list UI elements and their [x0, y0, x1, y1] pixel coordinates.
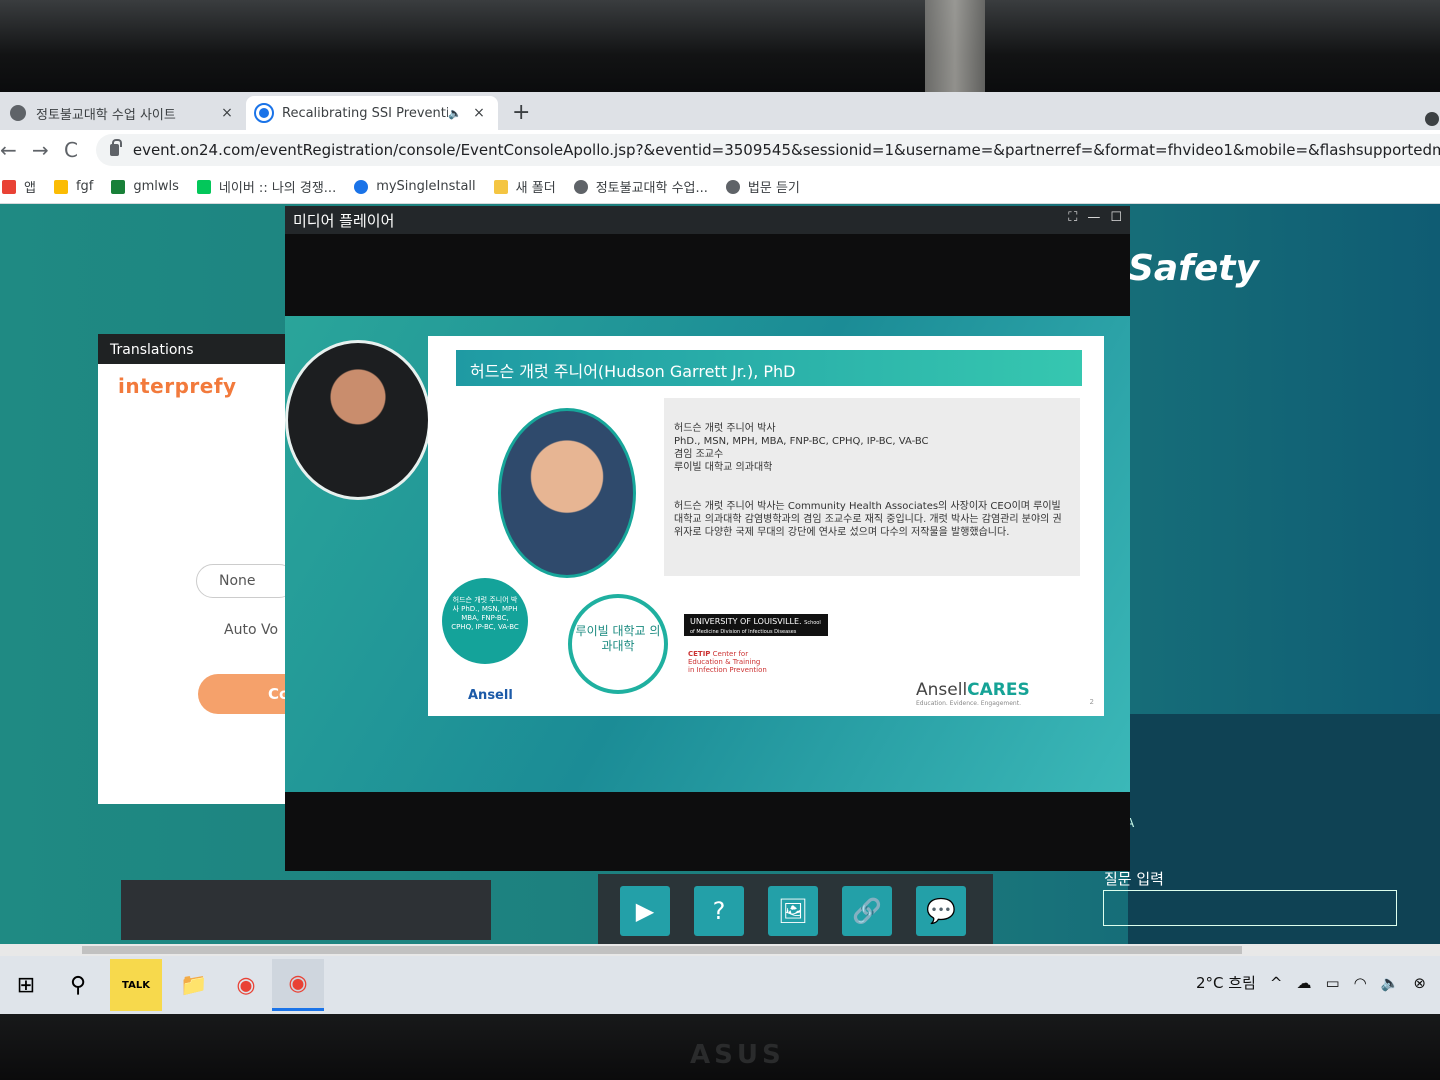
- school-bubble: 루이빌 대학교 의과대학: [568, 594, 668, 694]
- language-select[interactable]: None: [196, 564, 296, 598]
- lock-icon: [110, 139, 122, 156]
- globe-icon: [10, 105, 26, 121]
- resources-button[interactable]: 🔗: [842, 886, 892, 936]
- tab-bar: 정토불교대학 수업 사이트 × Recalibrating SSI Preven…: [0, 92, 1440, 130]
- uofl-logo: UNIVERSITY OF LOUISVILLE. School of Medi…: [684, 614, 828, 636]
- credentials-bubble: 허드슨 개럿 주니어 박사 PhD., MSN, MPH MBA, FNP-BC…: [442, 578, 528, 664]
- system-tray: 2°C 흐림 ^ ☁ ▭ ◠ 🔈 ⊗: [1196, 972, 1426, 993]
- tab-jungto[interactable]: 정토불교대학 수업 사이트 ×: [0, 96, 246, 130]
- minimize-icon[interactable]: —: [1087, 210, 1100, 230]
- drive-icon: [53, 179, 68, 194]
- volume-icon[interactable]: 🔈: [1381, 974, 1400, 992]
- bookmarks-bar: 앱 fgf gmlwls 네이버 :: 나의 경쟁... mySingleIns…: [0, 170, 1440, 204]
- apps-icon: [2, 179, 16, 194]
- bio-role: 겸임 조교수: [674, 449, 724, 460]
- start-button[interactable]: ⊞: [0, 959, 52, 1011]
- on24-icon: [254, 103, 274, 123]
- chevron-up-icon[interactable]: ^: [1270, 974, 1283, 992]
- bio-credentials: PhD., MSN, MPH, MBA, FNP-BC, CPHQ, IP-BC…: [674, 436, 929, 447]
- browser-toolbar: ← → C event.on24.com/eventRegistration/c…: [0, 130, 1440, 170]
- content-card: [121, 880, 491, 940]
- naver-icon: [196, 179, 211, 194]
- wifi-icon[interactable]: ◠: [1354, 974, 1367, 992]
- fullscreen-icon[interactable]: ⛶: [1068, 210, 1077, 230]
- sheets-icon: [111, 179, 126, 194]
- bookmark-folder[interactable]: 새 폴더: [493, 177, 556, 196]
- chrome-icon[interactable]: ◉: [220, 959, 272, 1011]
- bookmark-mysingle[interactable]: mySingleInstall: [354, 179, 476, 194]
- ansellcares-logo: AnsellCARES Education. Evidence. Engageme…: [916, 680, 1030, 707]
- battery-icon[interactable]: ▭: [1325, 974, 1339, 992]
- kakaotalk-icon[interactable]: TALK: [110, 959, 162, 1011]
- tab-on24[interactable]: Recalibrating SSI Preventior 🔈 ×: [246, 96, 498, 130]
- question-input[interactable]: [1103, 890, 1397, 926]
- tab-title: Recalibrating SSI Preventior: [282, 105, 449, 121]
- profile-icon[interactable]: [1425, 112, 1439, 126]
- monitor-bezel-top: [0, 0, 1440, 92]
- speaker-webcam: [285, 340, 431, 500]
- translations-panel: Translations interprefy None Auto Vo Cc: [98, 334, 308, 804]
- new-tab-button[interactable]: +: [512, 100, 530, 125]
- onedrive-icon[interactable]: ☁: [1296, 974, 1311, 992]
- bookmark-jungto[interactable]: 정토불교대학 수업...: [573, 177, 708, 196]
- forward-button[interactable]: →: [32, 138, 49, 162]
- bio-paragraph: 허드슨 개럿 주니어 박사는 Community Health Associat…: [674, 501, 1062, 538]
- bookmark-fgf[interactable]: fgf: [53, 179, 93, 194]
- media-player-button[interactable]: ▶: [620, 886, 670, 936]
- mysingle-icon: [354, 179, 369, 194]
- bookmark-gmlwls[interactable]: gmlwls: [111, 179, 179, 194]
- file-explorer-icon[interactable]: 📁: [168, 959, 220, 1011]
- ansell-logo: Ansell: [468, 688, 513, 703]
- question-label: 질문 입력: [1104, 870, 1164, 888]
- chrome-active-icon[interactable]: ◉: [272, 959, 324, 1011]
- address-bar[interactable]: event.on24.com/eventRegistration/console…: [96, 134, 1440, 166]
- speaker-photo: [498, 408, 636, 578]
- banner-title: Safety: [1128, 248, 1259, 289]
- slide-title: 허드슨 개럿 주니어(Hudson Garrett Jr.), PhD: [452, 350, 1082, 386]
- translations-header: Translations: [98, 334, 288, 364]
- cetip-logo: CETIP Center for Education & Training in…: [688, 650, 767, 674]
- scrollbar-thumb[interactable]: [82, 946, 1242, 954]
- globe-icon: [573, 179, 588, 194]
- globe-icon: [725, 179, 740, 194]
- weather-widget[interactable]: 2°C 흐림: [1196, 972, 1256, 993]
- tape: [925, 0, 985, 92]
- media-player-header: 미디어 플레이어 ⛶ — ☐: [285, 206, 1130, 234]
- bio-box: 허드슨 개럿 주니어 박사 PhD., MSN, MPH, MBA, FNP-B…: [664, 398, 1080, 576]
- bookmark-naver[interactable]: 네이버 :: 나의 경쟁...: [196, 177, 336, 196]
- chat-button[interactable]: 💬: [916, 886, 966, 936]
- media-player-title: 미디어 플레이어: [293, 212, 395, 230]
- tab-close-button[interactable]: ×: [470, 105, 488, 121]
- media-player: 미디어 플레이어 ⛶ — ☐ 허드슨 개럿 주니어(Hudson Garrett…: [285, 206, 1130, 871]
- bookmark-dharma[interactable]: 법문 듣기: [725, 177, 800, 196]
- back-button[interactable]: ←: [0, 138, 17, 162]
- presentation-slide: 허드슨 개럿 주니어(Hudson Garrett Jr.), PhD 허드슨 …: [428, 336, 1104, 716]
- folder-icon: [493, 179, 508, 194]
- horizontal-scrollbar[interactable]: [0, 944, 1440, 956]
- search-icon[interactable]: ⚲: [52, 959, 104, 1011]
- tool-dock: ▶ ? 🖼 🔗 💬: [598, 874, 993, 946]
- tab-close-button[interactable]: ×: [218, 105, 236, 121]
- device-brand: ASUS: [690, 1040, 785, 1070]
- slides-button[interactable]: 🖼: [768, 886, 818, 936]
- reload-button[interactable]: C: [64, 138, 78, 162]
- qa-button[interactable]: ?: [694, 886, 744, 936]
- maximize-icon[interactable]: ☐: [1110, 210, 1122, 230]
- notification-icon[interactable]: ⊗: [1413, 974, 1426, 992]
- auto-voice-label: Auto Vo: [224, 622, 279, 638]
- slide-page-number: 2: [1089, 698, 1094, 706]
- windows-taskbar: ⊞ ⚲ TALK 📁 ◉ ◉ 2°C 흐림 ^ ☁ ▭ ◠ 🔈 ⊗: [0, 956, 1440, 1014]
- bookmark-apps[interactable]: 앱: [2, 177, 36, 196]
- url-text: event.on24.com/eventRegistration/console…: [132, 141, 1440, 159]
- screen: 정토불교대학 수업 사이트 × Recalibrating SSI Preven…: [0, 92, 1440, 1014]
- video-stage[interactable]: 허드슨 개럿 주니어(Hudson Garrett Jr.), PhD 허드슨 …: [285, 316, 1130, 792]
- interprefy-logo: interprefy: [118, 374, 237, 398]
- audio-icon[interactable]: 🔈: [448, 107, 462, 120]
- tab-title: 정토불교대학 수업 사이트: [36, 107, 176, 123]
- bio-school: 루이빌 대학교 의과대학: [674, 462, 773, 473]
- bio-name: 허드슨 개럿 주니어 박사: [674, 423, 776, 434]
